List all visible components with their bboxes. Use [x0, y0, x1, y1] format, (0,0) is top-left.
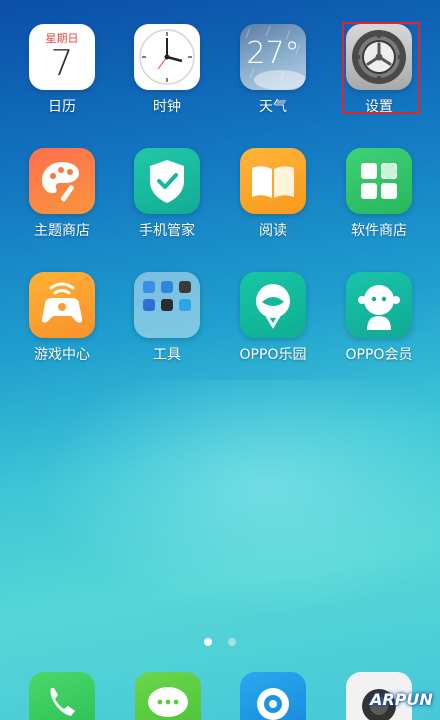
app-label: 手机管家: [139, 223, 195, 239]
contacts-icon: [143, 281, 155, 293]
robot-icon: [346, 272, 412, 338]
app-label: 日历: [48, 99, 76, 115]
app-tools-folder[interactable]: 工具: [117, 272, 217, 364]
browser-icon[interactable]: [240, 672, 306, 720]
app-label: 软件商店: [351, 223, 407, 239]
pen-icon: [161, 299, 173, 311]
settings-highlight-box: [342, 22, 420, 114]
app-theme-store[interactable]: 主题商店: [12, 148, 112, 240]
shield-check-icon: [134, 148, 200, 214]
balloon-icon: [240, 272, 306, 338]
book-icon: [240, 148, 306, 214]
folder-icon: [134, 272, 200, 338]
app-label: 天气: [259, 99, 287, 115]
app-label: 主题商店: [34, 223, 90, 239]
messages-icon[interactable]: [135, 672, 201, 720]
page-indicator: [0, 631, 440, 650]
app-calendar[interactable]: 星期日 7 日历: [12, 24, 112, 116]
app-clock[interactable]: 时钟: [117, 24, 217, 116]
watermark: ARPUN: [370, 690, 433, 709]
app-oppo-member[interactable]: OPPO会员: [329, 272, 429, 364]
palette-icon: [29, 148, 95, 214]
page-dot-active: [204, 638, 213, 646]
weather-icon: 27°: [240, 24, 306, 90]
gamepad-icon: [29, 272, 95, 338]
mail-icon: [161, 281, 173, 293]
app-grid-icon: [346, 148, 412, 214]
app-label: 游戏中心: [34, 347, 90, 363]
calendar-icon: 星期日 7: [29, 24, 95, 90]
app-label: 工具: [153, 347, 181, 363]
calculator-icon: [179, 299, 191, 311]
app-game-center[interactable]: 游戏中心: [12, 272, 112, 364]
page-dot: [227, 638, 236, 646]
app-reader[interactable]: 阅读: [223, 148, 323, 240]
phone-icon[interactable]: [29, 672, 95, 720]
app-oppo-paradise[interactable]: OPPO乐园: [223, 272, 323, 364]
compass-icon: [143, 299, 155, 311]
app-label: OPPO会员: [345, 347, 413, 363]
weather-temperature: 27°: [246, 36, 300, 71]
app-app-store[interactable]: 软件商店: [329, 148, 429, 240]
calendar-day: 7: [50, 43, 74, 84]
app-label: OPPO乐园: [239, 347, 307, 363]
wallpaper: [0, 380, 440, 640]
app-label: 阅读: [259, 223, 287, 239]
app-phone-manager[interactable]: 手机管家: [117, 148, 217, 240]
app-weather[interactable]: 27° 天气: [223, 24, 323, 116]
recorder-icon: [179, 281, 191, 293]
clock-icon: [134, 24, 200, 90]
app-label: 时钟: [153, 99, 181, 115]
